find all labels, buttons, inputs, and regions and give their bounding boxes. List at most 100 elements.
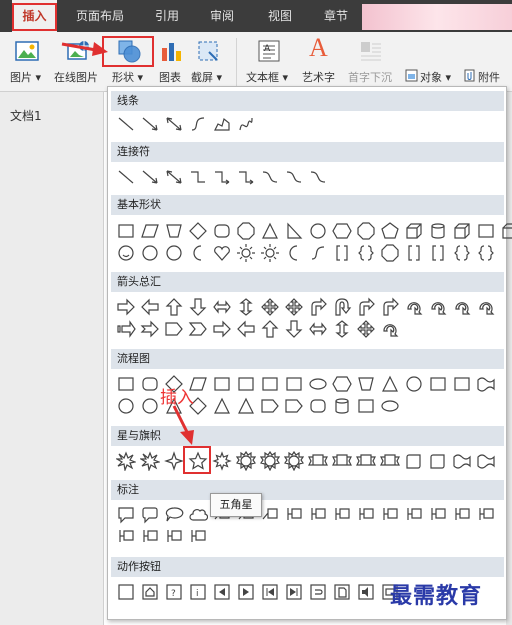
shape-option[interactable] bbox=[356, 221, 376, 241]
screenshot-button[interactable]: 截屏 ▾ bbox=[190, 32, 230, 92]
shape-option[interactable] bbox=[332, 374, 352, 394]
shape-option[interactable] bbox=[284, 167, 304, 187]
shape-option[interactable] bbox=[116, 527, 136, 547]
shape-option[interactable] bbox=[308, 167, 328, 187]
shape-option[interactable] bbox=[356, 319, 376, 339]
shape-option[interactable] bbox=[212, 319, 232, 339]
shape-option[interactable] bbox=[236, 114, 256, 134]
shape-option[interactable] bbox=[212, 396, 232, 416]
shape-option[interactable] bbox=[116, 374, 136, 394]
shape-option[interactable] bbox=[140, 527, 160, 547]
shape-option[interactable] bbox=[284, 221, 304, 241]
shape-option[interactable] bbox=[116, 582, 136, 602]
shape-option[interactable] bbox=[164, 319, 184, 339]
shape-option[interactable] bbox=[452, 374, 472, 394]
shape-option[interactable] bbox=[284, 374, 304, 394]
document-tab[interactable]: 文档1 bbox=[10, 107, 42, 124]
shape-option[interactable] bbox=[404, 297, 424, 317]
shape-option[interactable] bbox=[188, 221, 208, 241]
shape-option[interactable] bbox=[452, 505, 472, 525]
shape-option[interactable] bbox=[140, 582, 160, 602]
shape-option[interactable] bbox=[236, 396, 256, 416]
shape-option[interactable] bbox=[260, 374, 280, 394]
shape-option[interactable] bbox=[188, 167, 208, 187]
shape-option[interactable] bbox=[428, 374, 448, 394]
shape-option[interactable] bbox=[260, 451, 280, 471]
attachment-button[interactable]: 附件 bbox=[461, 32, 512, 92]
shape-option[interactable] bbox=[212, 374, 232, 394]
shapes-button[interactable]: 形状 ▾ bbox=[102, 32, 154, 92]
shape-option[interactable] bbox=[140, 374, 160, 394]
shape-option[interactable] bbox=[380, 374, 400, 394]
shape-option[interactable] bbox=[140, 167, 160, 187]
shape-option[interactable] bbox=[140, 243, 160, 263]
shape-option[interactable] bbox=[164, 297, 184, 317]
shape-option[interactable] bbox=[188, 505, 208, 525]
shape-option[interactable]: ? bbox=[164, 582, 184, 602]
shape-option[interactable]: i bbox=[188, 582, 208, 602]
dropcap-button[interactable]: 首字下沉 bbox=[344, 32, 402, 92]
shape-option[interactable] bbox=[308, 319, 328, 339]
shape-option[interactable] bbox=[356, 451, 376, 471]
shape-option[interactable] bbox=[164, 114, 184, 134]
shape-option[interactable] bbox=[260, 297, 280, 317]
shape-option[interactable] bbox=[356, 505, 376, 525]
shape-option[interactable] bbox=[164, 243, 184, 263]
shape-option[interactable] bbox=[140, 451, 160, 471]
shape-option[interactable] bbox=[284, 582, 304, 602]
shape-option[interactable] bbox=[116, 243, 136, 263]
chart-button[interactable]: 图表 bbox=[155, 32, 191, 92]
shape-option[interactable] bbox=[164, 451, 184, 471]
shape-option[interactable] bbox=[308, 374, 328, 394]
shape-option[interactable] bbox=[380, 243, 400, 263]
shape-option[interactable] bbox=[428, 297, 448, 317]
shape-option[interactable] bbox=[380, 221, 400, 241]
shape-option[interactable] bbox=[476, 505, 496, 525]
shape-option[interactable] bbox=[476, 243, 496, 263]
shape-option[interactable] bbox=[260, 582, 280, 602]
shape-option[interactable] bbox=[452, 243, 472, 263]
shape-option[interactable] bbox=[212, 297, 232, 317]
shape-option[interactable] bbox=[212, 243, 232, 263]
shape-option[interactable] bbox=[188, 527, 208, 547]
shape-option[interactable] bbox=[116, 221, 136, 241]
shape-option[interactable] bbox=[260, 221, 280, 241]
shape-option[interactable] bbox=[404, 374, 424, 394]
shape-option[interactable] bbox=[260, 319, 280, 339]
shape-option[interactable] bbox=[380, 319, 400, 339]
shape-option[interactable] bbox=[284, 396, 304, 416]
shape-option[interactable] bbox=[476, 451, 496, 471]
shape-option[interactable] bbox=[332, 582, 352, 602]
shape-option[interactable] bbox=[284, 243, 304, 263]
shape-option[interactable] bbox=[380, 297, 400, 317]
shape-option[interactable] bbox=[404, 243, 424, 263]
shape-option[interactable] bbox=[356, 582, 376, 602]
shape-option[interactable] bbox=[116, 319, 136, 339]
tab-references[interactable]: 引用 bbox=[145, 0, 189, 32]
shape-option[interactable] bbox=[188, 297, 208, 317]
shape-option[interactable] bbox=[236, 221, 256, 241]
shape-option[interactable] bbox=[164, 167, 184, 187]
shape-option[interactable] bbox=[428, 243, 448, 263]
shape-option[interactable] bbox=[308, 297, 328, 317]
tab-page-layout[interactable]: 页面布局 bbox=[66, 0, 134, 32]
shape-option[interactable] bbox=[140, 396, 160, 416]
shape-option[interactable] bbox=[116, 396, 136, 416]
shape-option[interactable] bbox=[164, 505, 184, 525]
shape-option[interactable] bbox=[500, 221, 512, 241]
shape-option[interactable] bbox=[116, 167, 136, 187]
shape-option[interactable] bbox=[164, 527, 184, 547]
shape-option[interactable] bbox=[260, 243, 280, 263]
shape-option[interactable] bbox=[284, 319, 304, 339]
shape-option[interactable] bbox=[164, 221, 184, 241]
shape-option[interactable] bbox=[308, 505, 328, 525]
object-button[interactable]: 对象 ▾ bbox=[403, 32, 459, 92]
shape-option[interactable] bbox=[476, 297, 496, 317]
shape-option[interactable] bbox=[116, 505, 136, 525]
shape-option[interactable] bbox=[140, 221, 160, 241]
shape-option[interactable] bbox=[308, 582, 328, 602]
shape-option[interactable] bbox=[404, 221, 424, 241]
shape-option[interactable] bbox=[236, 319, 256, 339]
shape-option[interactable] bbox=[236, 167, 256, 187]
shape-option[interactable] bbox=[452, 297, 472, 317]
